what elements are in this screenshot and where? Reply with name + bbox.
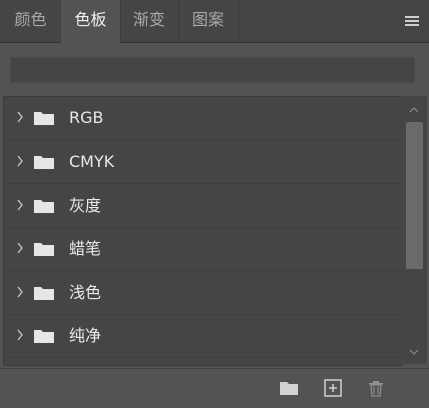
swatch-group-label: CMYK	[69, 152, 115, 171]
new-group-folder-icon[interactable]	[278, 377, 300, 399]
swatch-group-label: 浅色	[69, 283, 102, 302]
chevron-right-icon[interactable]	[16, 328, 24, 342]
swatch-group-pastel[interactable]: 蜡笔	[4, 228, 401, 271]
list-scrollbar[interactable]	[401, 96, 427, 364]
swatch-group-light[interactable]: 浅色	[4, 272, 401, 315]
panel-tab-bar: 颜色 色板 渐变 图案	[0, 0, 429, 43]
folder-icon	[34, 156, 54, 169]
folder-icon	[34, 287, 54, 300]
swatch-group-rgb[interactable]: RGB	[4, 97, 401, 140]
panel-footer-toolbar	[0, 368, 429, 408]
folder-icon	[34, 243, 54, 256]
search-area	[0, 43, 429, 93]
swatch-group-label: 灰度	[69, 196, 102, 215]
panel-menu-icon[interactable]	[405, 16, 419, 28]
chevron-down-icon[interactable]	[408, 348, 420, 356]
folder-icon	[34, 112, 54, 125]
tab-color[interactable]: 颜色	[0, 0, 62, 42]
folder-icon	[34, 200, 54, 213]
search-input[interactable]	[10, 57, 415, 83]
chevron-right-icon[interactable]	[16, 110, 24, 124]
swatch-group-grayscale[interactable]: 灰度	[4, 185, 401, 228]
swatch-group-cmyk[interactable]: CMYK	[4, 141, 401, 184]
swatch-group-label: 纯净	[69, 326, 102, 345]
new-swatch-add-icon[interactable]	[322, 377, 344, 399]
chevron-right-icon[interactable]	[16, 241, 24, 255]
scrollbar-thumb[interactable]	[406, 122, 423, 269]
tab-patterns[interactable]: 图案	[178, 0, 239, 42]
folder-icon	[34, 330, 54, 343]
swatch-group-label: 蜡笔	[69, 239, 102, 258]
chevron-right-icon[interactable]	[16, 198, 24, 212]
swatch-group-list: RGB CMYK 灰度 蜡笔 浅色 纯净	[3, 96, 402, 366]
tab-swatches[interactable]: 色板	[61, 0, 121, 43]
swatch-group-label: RGB	[69, 108, 104, 127]
chevron-up-icon[interactable]	[408, 106, 420, 114]
swatches-panel: 颜色 色板 渐变 图案 RGB CMYK 灰度 蜡笔 浅色 纯净	[0, 0, 429, 408]
swatch-group-pure[interactable]: 纯净	[4, 315, 401, 358]
trash-icon[interactable]	[365, 377, 387, 399]
chevron-right-icon[interactable]	[16, 154, 24, 168]
chevron-right-icon[interactable]	[16, 285, 24, 299]
tab-gradients[interactable]: 渐变	[120, 0, 179, 42]
